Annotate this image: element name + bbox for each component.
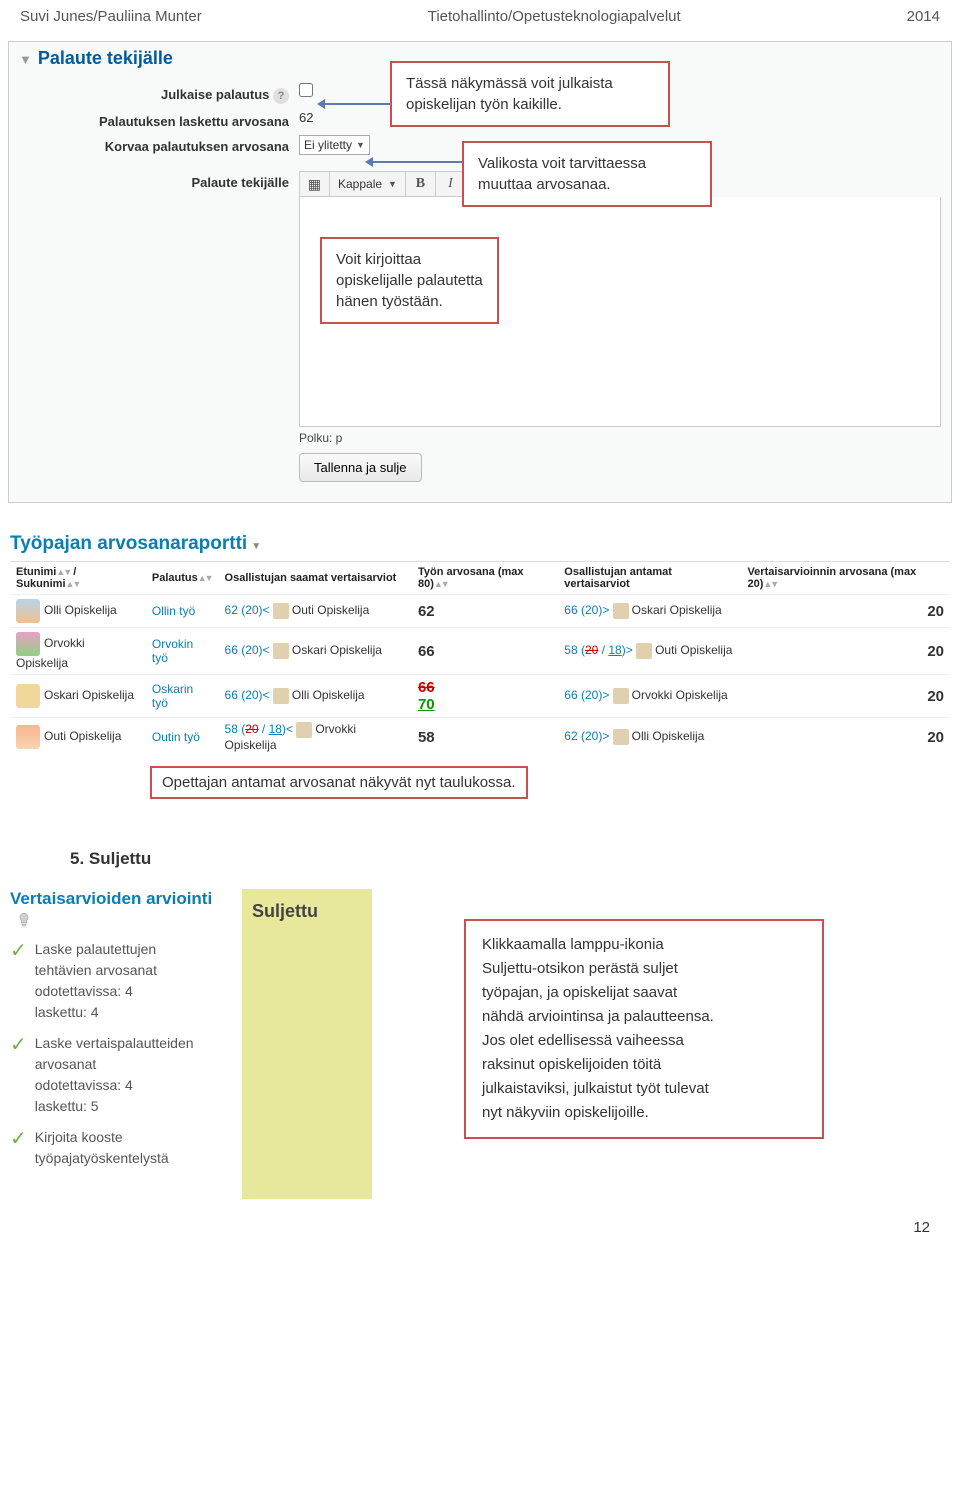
eval-item: ✓ Kirjoita koostetyöpajatyöskentelystä [10,1127,230,1169]
suljettu-box: Suljettu [242,889,372,1199]
grade-link[interactable]: 66 (20)< [225,643,270,657]
work-link[interactable]: Oskarin työ [152,682,193,710]
header-mid: Tietohallinto/Opetusteknologiapalvelut [428,8,681,25]
callout-write: Voit kirjoittaa opiskelijalle palautetta… [320,237,499,324]
report-title: Työpajan arvosanaraportti▼ [10,533,960,555]
help-icon[interactable]: ? [273,88,289,104]
paragraph-select[interactable]: Kappale▼ [329,171,405,197]
header-right: 2014 [907,8,940,25]
avatar [16,632,40,656]
callout-change-grade: Valikosta voit tarvittaessamuuttaa arvos… [462,141,712,207]
page-number: 12 [0,1199,960,1256]
sort-icon[interactable]: ▲▼ [56,567,70,577]
check-icon: ✓ [10,1035,27,1117]
avatar [16,599,40,623]
arrow-1 [320,103,390,105]
work-link[interactable]: Ollin työ [152,604,195,618]
calculated-label: Palautuksen laskettu arvosana [19,110,299,129]
save-close-button[interactable]: Tallenna ja sulje [299,453,422,482]
sort-icon[interactable]: ▲▼ [434,579,448,589]
grade-link[interactable]: 66 (20)> [564,688,609,702]
callout-suljettu: Klikkaamalla lamppu-ikonia Suljettu-otsi… [464,919,824,1139]
table-row: Outi Opiskelija Outin työ 58 (20 / 18)< … [10,718,950,757]
sort-icon[interactable]: ▲▼ [198,573,212,583]
eval-panel: Vertaisarvioiden arviointi ✓ Laske palau… [10,889,230,1179]
collapse-icon[interactable]: ▼ [19,52,32,67]
table-row: Oskari Opiskelija Oskarin työ 66 (20)< O… [10,675,950,718]
header-left: Suvi Junes/Pauliina Munter [20,8,202,25]
avatar [16,725,40,749]
bulb-icon[interactable] [16,912,32,928]
eval-item: ✓ Laske palautettujentehtävien arvosanat… [10,939,230,1023]
bold-button[interactable]: B [405,171,435,197]
grade-link[interactable]: 62 (20)< [225,603,270,617]
callout-publish: Tässä näkymässä voit julkaistaopiskelija… [390,61,670,127]
grade-link[interactable]: 62 (20)> [564,729,609,743]
table-row: Orvokki Opiskelija Orvokin työ 66 (20)< … [10,628,950,675]
section-5-title: 5. Suljettu [70,849,960,869]
override-grade: 70 [418,696,435,713]
sort-icon[interactable]: ▲▼ [66,579,80,589]
chevron-down-icon[interactable]: ▼ [251,541,261,552]
work-link[interactable]: Outin työ [152,730,200,744]
check-icon: ✓ [10,941,27,1023]
grade-link[interactable]: 66 (20)< [225,688,270,702]
grades-table: Etunimi▲▼ / Sukunimi▲▼ Palautus▲▼ Osalli… [10,561,950,756]
chevron-down-icon: ▼ [356,140,365,150]
grade-link[interactable]: 58 (20 / 18)> [564,643,632,657]
grade-link[interactable]: 58 (20 / 18)< [225,722,293,736]
publish-label: Julkaise palautus [161,87,269,102]
editor-textarea[interactable]: Voit kirjoittaa opiskelijalle palautetta… [299,197,941,427]
eval-item: ✓ Laske vertaispalautteidenarvosanatodot… [10,1033,230,1117]
avatar [16,684,40,708]
grade-link[interactable]: 66 (20)> [564,603,609,617]
table-row: Olli Opiskelija Ollin työ 62 (20)< Outi … [10,595,950,628]
override-label: Korvaa palautuksen arvosana [19,135,299,154]
italic-button[interactable]: I [435,171,465,197]
override-select[interactable]: Ei ylitetty▼ [299,135,370,155]
check-icon: ✓ [10,1129,27,1169]
editor-path: Polku: p [299,427,941,453]
toolbar-expand-icon[interactable]: ▦ [299,171,329,197]
work-link[interactable]: Orvokin työ [152,637,193,665]
table-header-row: Etunimi▲▼ / Sukunimi▲▼ Palautus▲▼ Osalli… [10,562,950,595]
calculated-value: 62 [299,110,313,125]
sort-icon[interactable]: ▲▼ [763,579,777,589]
feedback-label: Palaute tekijälle [19,171,299,190]
callout-table: Opettajan antamat arvosanat näkyvät nyt … [150,766,528,799]
arrow-2 [368,161,462,163]
publish-checkbox[interactable] [299,83,313,97]
doc-header: Suvi Junes/Pauliina Munter Tietohallinto… [0,0,960,33]
